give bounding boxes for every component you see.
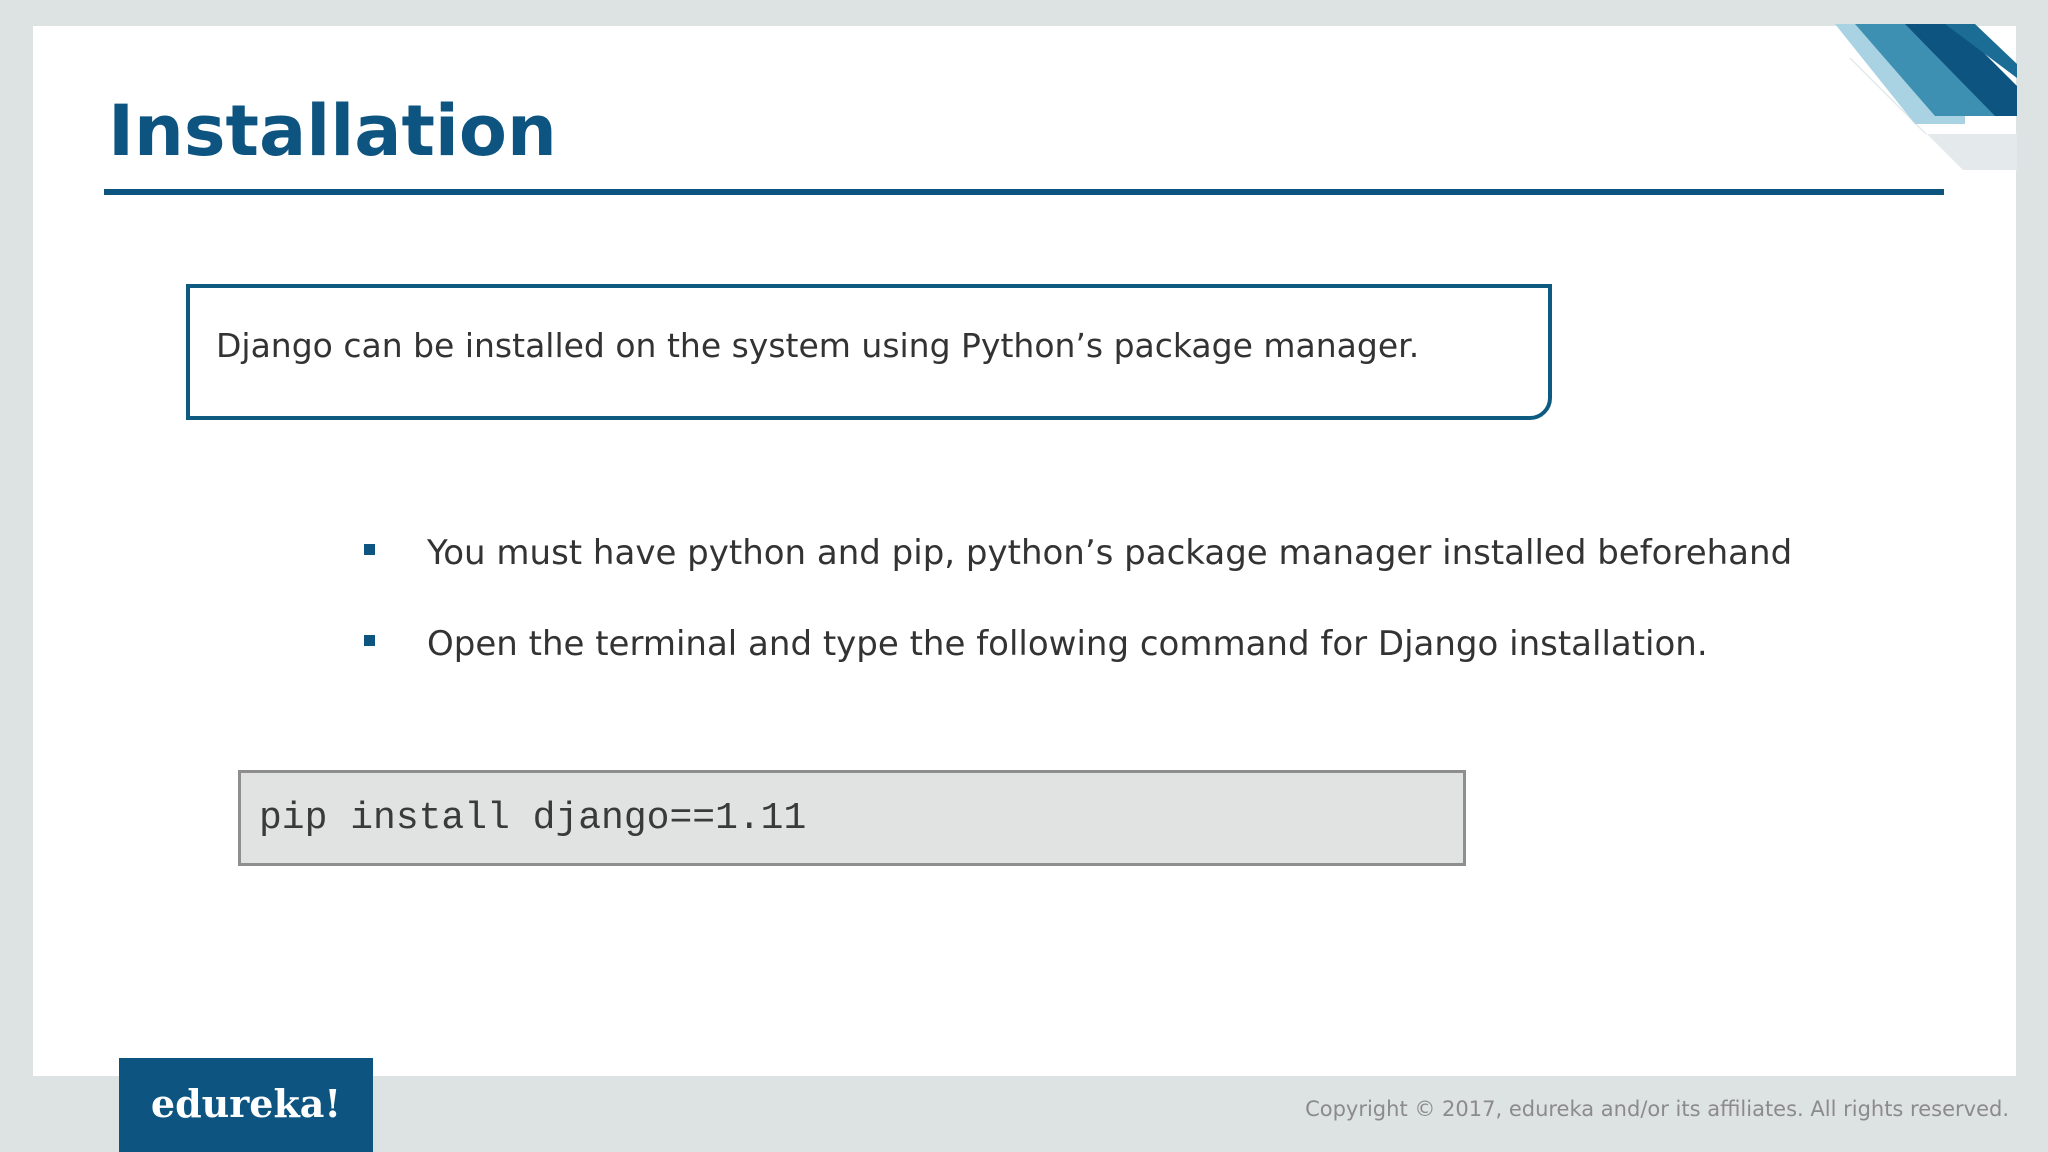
bullet-text: You must have python and pip, python’s p… [427,533,1793,573]
copyright-notice: Copyright © 2017, edureka and/or its aff… [1305,1097,2009,1121]
intro-text: Django can be installed on the system us… [216,326,1420,365]
square-bullet-icon [364,544,375,555]
logo-text: edureka! [150,1081,342,1126]
corner-stripes-decoration [1817,24,2017,170]
square-bullet-icon [364,635,375,646]
title-underline [104,189,1944,195]
intro-callout-box: Django can be installed on the system us… [186,284,1552,420]
install-command: pip install django==1.11 [259,797,807,840]
edureka-logo: edureka! [119,1058,373,1152]
code-block: pip install django==1.11 [238,770,1466,866]
slide-title: Installation [108,90,557,172]
bullet-text: Open the terminal and type the following… [427,624,1708,664]
